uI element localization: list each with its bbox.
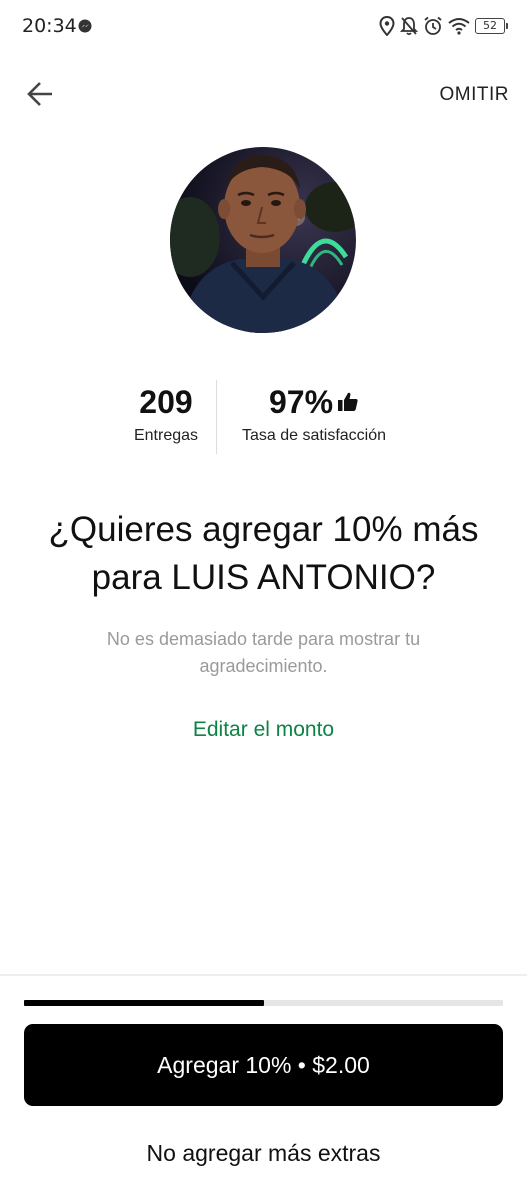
status-icons: 52 — [379, 15, 508, 37]
deliveries-value: 209 — [139, 384, 193, 420]
satisfaction-value-row: 97% — [228, 380, 400, 424]
tip-question-title: ¿Quieres agregar 10% más para LUIS ANTON… — [48, 510, 479, 597]
courier-avatar — [170, 147, 356, 333]
bottom-divider — [0, 974, 527, 976]
courier-stats: 209 Entregas 97% Tasa de satisfacción — [0, 380, 527, 456]
skip-button[interactable]: OMITIR — [440, 84, 510, 106]
satisfaction-stat: 97% Tasa de satisfacción — [228, 380, 400, 447]
add-tip-button-label: Agregar 10% • $2.00 — [157, 1051, 370, 1078]
deliveries-stat: 209 Entregas — [120, 380, 212, 447]
battery-icon: 52 — [475, 18, 508, 34]
status-time: 20:34 — [22, 15, 77, 37]
alarm-icon — [424, 16, 442, 35]
arrow-left-icon — [27, 82, 52, 106]
edit-amount-link[interactable]: Editar el monto — [0, 718, 527, 742]
satisfaction-label: Tasa de satisfacción — [241, 427, 387, 444]
status-bar: 20:34 52 — [0, 0, 527, 54]
progress-bar — [24, 1000, 503, 1006]
tip-question-subtitle: No es demasiado tarde para mostrar tu ag… — [106, 629, 421, 676]
deliveries-label: Entregas — [133, 427, 199, 444]
no-extra-tip-button[interactable]: No agregar más extras — [0, 1140, 527, 1167]
messenger-icon — [78, 19, 92, 33]
courier-photo — [170, 147, 356, 333]
thumbs-up-icon — [338, 392, 358, 411]
back-button[interactable] — [26, 80, 56, 108]
location-icon — [379, 16, 395, 36]
notifications-off-icon — [400, 17, 418, 36]
satisfaction-value: 97% — [268, 384, 334, 420]
add-tip-button[interactable]: Agregar 10% • $2.00 — [24, 1024, 503, 1106]
stats-divider — [216, 380, 217, 454]
wifi-icon — [448, 18, 470, 35]
progress-fill — [24, 1000, 264, 1006]
